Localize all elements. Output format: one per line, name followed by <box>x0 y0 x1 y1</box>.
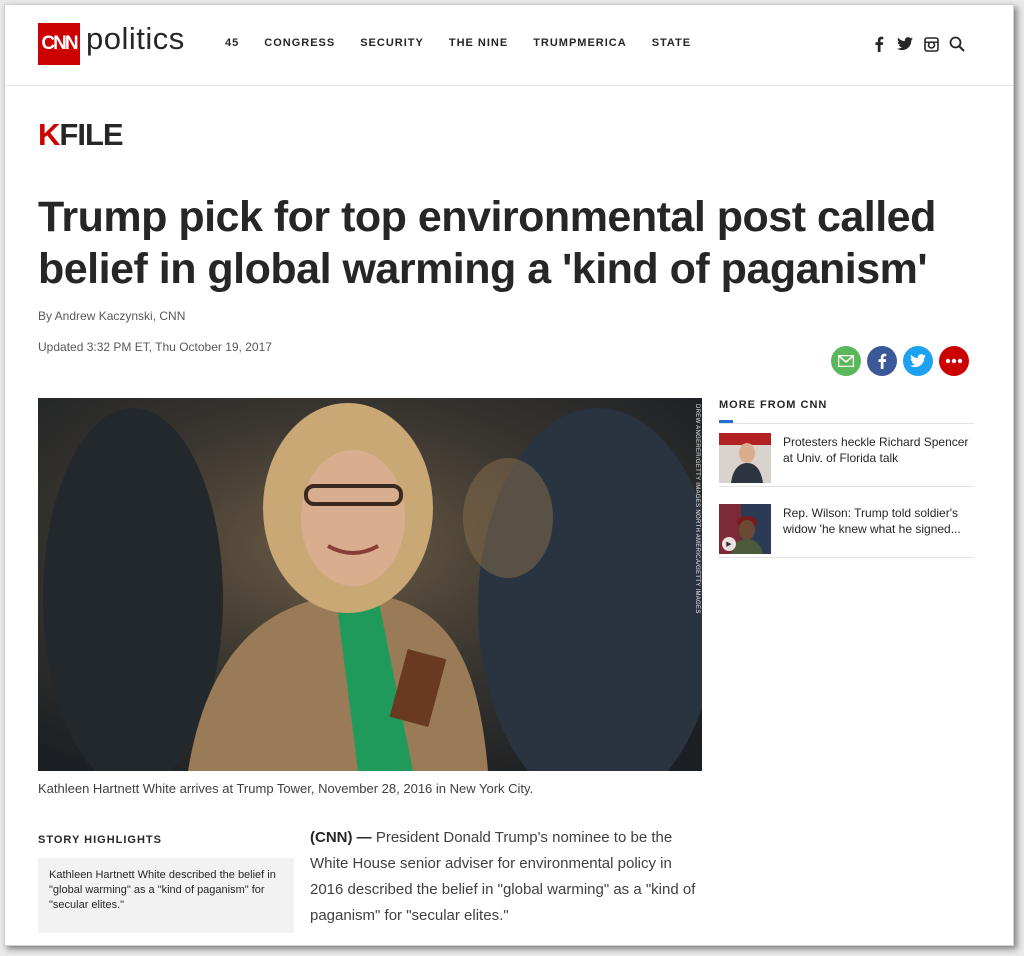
photo-illustration <box>38 398 702 771</box>
facebook-icon[interactable] <box>871 36 887 52</box>
article-headline: Trump pick for top environmental post ca… <box>38 193 936 293</box>
article-byline[interactable]: By Andrew Kaczynski, CNN <box>38 309 185 323</box>
share-more-button[interactable] <box>939 346 969 376</box>
share-email-button[interactable] <box>831 346 861 376</box>
site-header: CNN politics 45 CONGRESS SECURITY THE NI… <box>5 5 1013 86</box>
main-nav: 45 CONGRESS SECURITY THE NINE TRUMPMERIC… <box>225 37 716 49</box>
article-photo[interactable]: DREW ANGERER/GETTY IMAGES NORTH AMERICA/… <box>38 398 702 771</box>
article-lead: (CNN) — <box>310 829 372 846</box>
page-frame: CNN politics 45 CONGRESS SECURITY THE NI… <box>4 4 1014 946</box>
story-highlights-box: Kathleen Hartnett White described the be… <box>38 858 294 933</box>
more-item-thumbnail <box>719 433 771 483</box>
article-timestamp: Updated 3:32 PM ET, Thu October 19, 2017 <box>38 340 272 354</box>
more-from-cnn-title: MORE FROM CNN <box>719 399 828 411</box>
share-twitter-button[interactable] <box>903 346 933 376</box>
facebook-icon <box>878 353 887 369</box>
photo-credit: DREW ANGERER/GETTY IMAGES NORTH AMERICA/… <box>694 404 700 614</box>
more-item-thumbnail: ▶ <box>719 504 771 554</box>
nav-item-state[interactable]: STATE <box>652 37 691 49</box>
kfile-logo[interactable]: KFILE <box>38 117 124 153</box>
story-highlight-item: Kathleen Hartnett White described the be… <box>49 869 276 911</box>
nav-item-45[interactable]: 45 <box>225 37 239 49</box>
email-icon <box>838 355 854 367</box>
kfile-logo-file: FILE <box>59 117 123 152</box>
more-item[interactable]: ▶ Rep. Wilson: Trump told soldier's wido… <box>719 495 974 558</box>
nav-item-security[interactable]: SECURITY <box>360 37 424 49</box>
cnn-logo[interactable]: CNN <box>38 23 80 65</box>
instagram-icon[interactable] <box>923 36 939 52</box>
nav-item-the-nine[interactable]: THE NINE <box>449 37 508 49</box>
nav-item-congress[interactable]: CONGRESS <box>264 37 335 49</box>
kfile-logo-k: K <box>38 117 60 152</box>
more-item-title[interactable]: Rep. Wilson: Trump told soldier's widow … <box>783 505 973 537</box>
share-facebook-button[interactable] <box>867 346 897 376</box>
more-item-title[interactable]: Protesters heckle Richard Spencer at Uni… <box>783 434 973 466</box>
photo-caption: Kathleen Hartnett White arrives at Trump… <box>38 781 534 796</box>
play-icon: ▶ <box>722 537 736 551</box>
twitter-icon <box>910 354 926 368</box>
more-dots-icon <box>945 358 963 364</box>
more-item[interactable]: Protesters heckle Richard Spencer at Uni… <box>719 424 974 487</box>
story-highlights-title: STORY HIGHLIGHTS <box>38 834 162 846</box>
nav-item-trumpmerica[interactable]: TRUMPMERICA <box>533 37 627 49</box>
twitter-icon[interactable] <box>897 36 913 52</box>
article-body: (CNN) — President Donald Trump's nominee… <box>310 825 705 929</box>
share-bar <box>831 346 969 376</box>
header-social <box>871 36 965 52</box>
section-title[interactable]: politics <box>86 21 185 57</box>
search-icon[interactable] <box>949 36 965 52</box>
